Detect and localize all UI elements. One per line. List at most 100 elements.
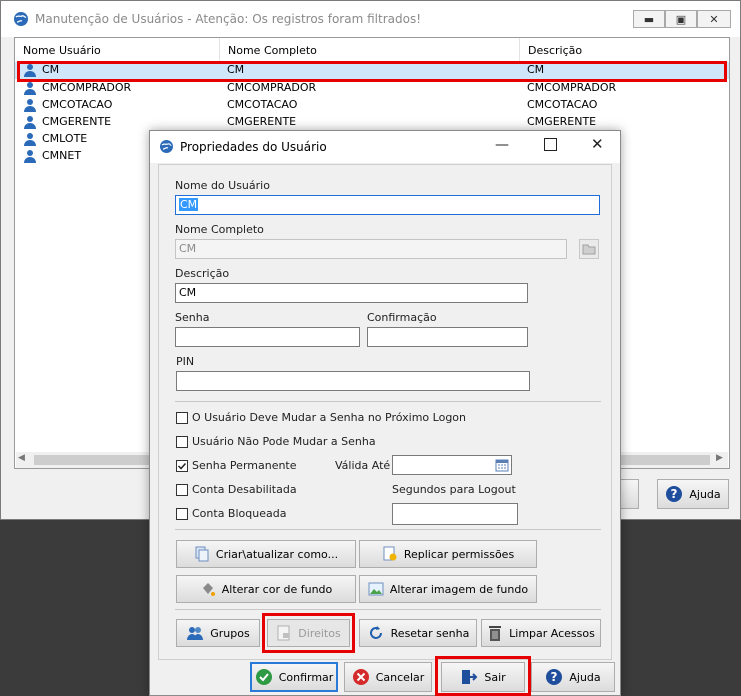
checkbox-account-disabled[interactable]: Conta Desabilitada (176, 483, 297, 496)
column-header-username[interactable]: Nome Usuário (15, 38, 220, 62)
fullname-field[interactable]: CM (175, 239, 567, 259)
description-label: Descrição (175, 267, 230, 280)
divider (175, 609, 601, 610)
dialog-minimize-button[interactable]: — (495, 137, 509, 153)
minimize-button[interactable]: ▬ (633, 10, 665, 28)
rights-label: Direitos (298, 626, 341, 640)
dialog-content-panel: Nome do Usuário CM Nome Completo CM Desc… (158, 164, 612, 660)
exit-door-icon (462, 670, 478, 684)
divider (175, 529, 601, 530)
main-window-title: Manutenção de Usuários - Atenção: Os reg… (35, 12, 422, 26)
dialog-help-label: Ajuda (569, 670, 601, 684)
maximize-icon: ▣ (675, 12, 687, 26)
column-header-fullname[interactable]: Nome Completo (220, 38, 520, 62)
user-properties-dialog: Propriedades do Usuário — ✕ Nome do Usuá… (149, 130, 621, 696)
exit-button[interactable]: Sair (441, 662, 525, 692)
groups-label: Grupos (210, 626, 250, 640)
change-background-image-label: Alterar imagem de fundo (389, 582, 529, 596)
confirm-password-label: Confirmação (367, 311, 437, 324)
replicate-icon (383, 546, 397, 561)
confirm-password-field[interactable] (367, 327, 528, 347)
change-background-image-button[interactable]: Alterar imagem de fundo (359, 575, 537, 603)
folder-icon (582, 244, 596, 255)
create-update-as-button[interactable]: Criar\atualizar como... (176, 540, 356, 568)
description-field[interactable]: CM (175, 283, 528, 303)
checkbox-box[interactable] (176, 411, 188, 424)
dialog-maximize-button[interactable] (544, 138, 557, 151)
cell-description: CMCOMPRADOR (527, 81, 617, 94)
folder-button[interactable] (579, 239, 599, 259)
main-help-button[interactable]: ? Ajuda (657, 479, 729, 509)
help-icon: ? (666, 486, 683, 502)
confirm-button[interactable]: Confirmar (250, 662, 338, 692)
cancel-button[interactable]: Cancelar (344, 662, 432, 692)
dialog-close-button[interactable]: ✕ (591, 135, 604, 153)
logout-seconds-field[interactable] (392, 503, 518, 525)
groups-button[interactable]: Grupos (176, 619, 260, 647)
paint-bucket-icon (202, 583, 215, 596)
maximize-button[interactable]: ▣ (665, 10, 697, 28)
table-row[interactable]: CMCOMPRADOR CMCOMPRADOR CMCOMPRADOR (15, 80, 729, 97)
reset-password-label: Resetar senha (390, 626, 470, 640)
checkbox-permanent-password[interactable]: Senha Permanente (176, 459, 297, 472)
lock-document-icon (277, 625, 290, 641)
checkbox-box[interactable] (176, 507, 188, 520)
checkbox-box[interactable] (176, 435, 188, 448)
minimize-icon: ▬ (643, 12, 655, 26)
cell-username: CMCOMPRADOR (42, 81, 132, 94)
selected-row-highlight (17, 61, 727, 82)
rights-button[interactable]: Direitos (267, 619, 350, 647)
divider (175, 401, 601, 402)
column-header-description[interactable]: Descrição (520, 38, 729, 62)
cancel-icon (352, 669, 369, 685)
users-group-icon (187, 627, 204, 640)
clear-access-button[interactable]: Limpar Acessos (481, 619, 601, 647)
close-button[interactable]: ✕ (697, 10, 731, 28)
checkmark-icon (177, 462, 187, 470)
scroll-right-icon[interactable]: ▶ (716, 453, 723, 463)
replicate-permissions-label: Replicar permissões (403, 547, 515, 561)
create-update-as-label: Criar\atualizar como... (215, 547, 339, 561)
replicate-permissions-button[interactable]: Replicar permissões (359, 540, 537, 568)
user-icon (24, 133, 36, 146)
change-background-color-label: Alterar cor de fundo (221, 582, 333, 596)
valid-until-date-field[interactable] (392, 455, 512, 475)
globe-icon (14, 12, 28, 26)
username-value: CM (179, 198, 199, 211)
checkbox-label: Conta Desabilitada (192, 483, 297, 496)
scroll-left-icon[interactable]: ◀ (18, 453, 25, 463)
checkbox-label: Conta Bloqueada (192, 507, 287, 520)
cell-username: CMLOTE (42, 132, 88, 145)
checkbox-box[interactable] (176, 483, 188, 496)
user-icon (24, 99, 36, 112)
calendar-icon[interactable] (495, 458, 509, 472)
cell-fullname: CMGERENTE (227, 115, 297, 128)
checkbox-change-password-next-logon[interactable]: O Usuário Deve Mudar a Senha no Próximo … (176, 411, 466, 424)
checkbox-cannot-change-password[interactable]: Usuário Não Pode Mudar a Senha (176, 435, 376, 448)
table-row[interactable]: CMCOTACAO CMCOTACAO CMCOTACAO (15, 97, 729, 114)
pin-label: PIN (176, 355, 195, 368)
close-icon: ✕ (709, 12, 719, 26)
cell-description: CMGERENTE (527, 115, 597, 128)
change-background-color-button[interactable]: Alterar cor de fundo (176, 575, 356, 603)
svg-text:?: ? (551, 670, 558, 684)
password-field[interactable] (175, 327, 360, 347)
exit-label: Sair (484, 670, 506, 684)
username-field[interactable]: CM (175, 195, 600, 215)
checkbox-account-locked[interactable]: Conta Bloqueada (176, 507, 286, 520)
pin-field[interactable] (176, 371, 530, 391)
reset-password-button[interactable]: Resetar senha (359, 619, 477, 647)
cell-username: CMCOTACAO (42, 98, 113, 111)
dialog-title: Propriedades do Usuário (180, 140, 327, 154)
user-icon (24, 150, 36, 163)
cell-username: CMGERENTE (42, 115, 112, 128)
check-circle-icon (255, 669, 272, 685)
main-help-label: Ajuda (689, 487, 721, 501)
image-icon (368, 582, 384, 596)
table-row[interactable]: CMGERENTE CMGERENTE CMGERENTE (15, 114, 729, 131)
user-icon (24, 116, 36, 129)
cell-username: CMNET (42, 149, 82, 162)
dialog-help-button[interactable]: ? Ajuda (531, 662, 615, 692)
checkbox-box[interactable] (176, 459, 188, 472)
password-label: Senha (175, 311, 210, 324)
